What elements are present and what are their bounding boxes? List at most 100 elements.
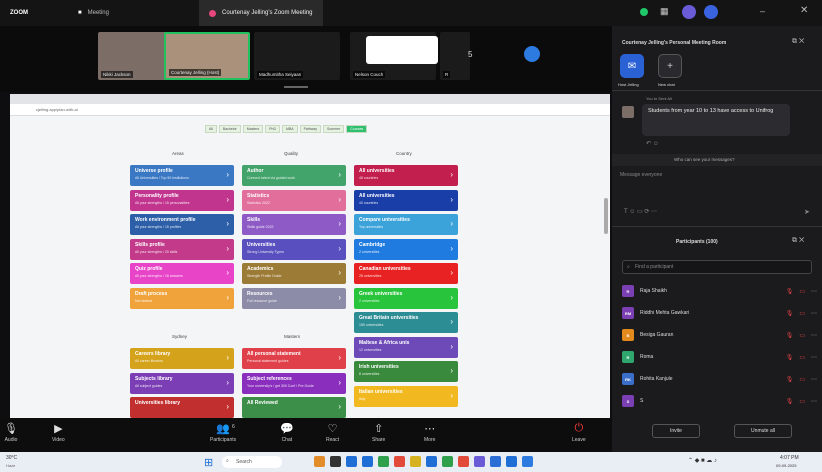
invite-button[interactable]: Invite (652, 424, 700, 438)
more-icon[interactable]: ⋯ (811, 288, 817, 295)
participant-row[interactable]: R Roma 🎙 ▭ ⋯ (622, 348, 817, 366)
start-icon[interactable]: ⊞ (204, 456, 213, 469)
resource-card[interactable]: Maltese & Africa unis 12 universities › (354, 336, 458, 358)
resource-card[interactable]: Quiz profile All your strengths / 15 answ… (130, 263, 234, 284)
resource-card[interactable]: Italian universities Italy › (354, 385, 458, 407)
taskbar-app-icon[interactable] (362, 456, 373, 467)
who-can-see-bar[interactable]: Who can see your messages? (612, 154, 822, 166)
resource-card[interactable]: Universe profile All Universities / Top 5… (130, 165, 234, 186)
participant-row[interactable]: R Raja Shaikh 🎙 ▭ ⋯ (622, 282, 817, 300)
audio-button[interactable]: 🎙 Audio (4, 422, 18, 443)
filter-tab[interactable]: All (205, 125, 217, 133)
video-off-icon[interactable]: ▭ (799, 332, 805, 339)
send-icon[interactable]: ➤ (804, 208, 810, 216)
message-input[interactable]: Message everyone (620, 172, 662, 178)
participant-row[interactable]: RK Rohita Kanjule 🎙 ▭ ⋯ (622, 370, 817, 388)
resource-card[interactable]: Compare universities Top universities › (354, 214, 458, 235)
resource-card[interactable]: Skills Skills guide 2022 › (242, 214, 346, 235)
filter-tab[interactable]: Masters (242, 125, 264, 133)
taskbar-app-icon[interactable] (426, 456, 437, 467)
resource-card[interactable]: Universities Strong University Types › (242, 238, 346, 260)
resource-card[interactable]: Careers library All career libraries › (130, 348, 234, 369)
next-page-icon[interactable] (524, 46, 540, 62)
filter-tab[interactable]: Bachelor (218, 125, 241, 133)
resource-card[interactable]: Great Britain universities 150 universiti… (354, 312, 458, 333)
taskbar-app-icon[interactable] (378, 456, 389, 467)
more-icon[interactable]: ⋯ (811, 310, 817, 317)
react-button[interactable]: ♡ React (326, 422, 339, 443)
share-button[interactable]: ⇧ Share (372, 422, 385, 443)
taskbar-app-icon[interactable] (394, 456, 405, 467)
resource-card[interactable]: Draft process Not started › (130, 287, 234, 309)
more-icon[interactable]: ⋯ (811, 332, 817, 339)
popout-icon[interactable]: ⧉ ✕ (792, 237, 804, 245)
resource-card[interactable]: Skills profile All your strengths / 20 sk… (130, 238, 234, 260)
resource-card[interactable]: Work environment profile All your strengt… (130, 214, 234, 235)
filter-tab[interactable]: Summer (323, 125, 345, 133)
url-field[interactable]: cjelling.app/plan-with-ai (36, 107, 78, 112)
video-tile[interactable]: Madhumitha Seiyaan (254, 32, 340, 80)
resource-card[interactable]: All personal statement Personal statement… (242, 348, 346, 369)
participant-row[interactable]: RM Riddhi Mehta Gawkari 🎙 ▭ ⋯ (622, 304, 817, 322)
taskbar-app-icon[interactable] (330, 456, 341, 467)
participant-row[interactable]: B Besiga Gauran 🎙 ▭ ⋯ (622, 326, 817, 344)
taskbar-app-icon[interactable] (410, 456, 421, 467)
resource-card[interactable]: Statistics Statistics 2022 › (242, 189, 346, 211)
chat-button[interactable]: 💬 Chat (280, 422, 294, 443)
share-popup[interactable] (366, 36, 438, 64)
taskbar-search[interactable]: Search ⌕ (222, 456, 282, 468)
more-icon[interactable]: ⋯ (811, 376, 817, 383)
resource-card[interactable]: Cambridge 2 universities › (354, 238, 458, 260)
participant-row[interactable]: S S 🎙 ▭ ⋯ (622, 392, 817, 410)
more-icon[interactable]: ⋯ (811, 354, 817, 361)
resource-card[interactable]: Academics Strength Profile Guide › (242, 263, 346, 284)
taskbar-app-icon[interactable] (490, 456, 501, 467)
tab-meeting[interactable]: ■ Meeting (68, 0, 119, 26)
video-tile[interactable]: Nikki Jackson (98, 32, 168, 80)
grid-icon[interactable]: ▦ (660, 6, 669, 17)
leave-button[interactable]: ⏻ Leave (572, 422, 586, 443)
resource-card[interactable]: All universities 48 countries › (354, 165, 458, 186)
tab-zoom-meeting[interactable]: Courtenay Jelling's Zoom Meeting (198, 0, 323, 26)
filter-tab[interactable]: MBA (281, 125, 298, 133)
shield-icon[interactable] (640, 8, 648, 16)
resource-card[interactable]: Author Connect talent via guided work › (242, 165, 346, 186)
more-button[interactable]: ⋯ More (424, 422, 435, 443)
video-off-icon[interactable]: ▭ (799, 288, 805, 295)
weather-temp[interactable]: 30°C (6, 455, 17, 461)
reply-icon[interactable]: ↶ ☺ (646, 140, 659, 147)
resource-card[interactable]: Subjects library All subject guides › (130, 372, 234, 394)
participant-search[interactable]: ⌕ Find a participant (622, 260, 812, 274)
video-off-icon[interactable]: ▭ (799, 398, 805, 405)
mic-muted-icon[interactable]: 🎙 (786, 354, 794, 361)
popout-icon[interactable]: ⧉ ✕ (792, 38, 804, 46)
filter-tab[interactable]: PhD (265, 125, 280, 133)
strip-handle[interactable] (284, 86, 308, 88)
taskbar-app-icon[interactable] (458, 456, 469, 467)
taskbar-app-icon[interactable] (314, 456, 325, 467)
filter-tab[interactable]: Courses (346, 125, 368, 133)
mic-muted-icon[interactable]: 🎙 (786, 288, 794, 295)
mic-muted-icon[interactable]: 🎙 (786, 398, 794, 405)
clock-time[interactable]: 4:07 PM (780, 455, 799, 461)
taskbar-app-icon[interactable] (474, 456, 485, 467)
avatar-2[interactable] (704, 5, 718, 19)
mic-muted-icon[interactable]: 🎙 (786, 376, 794, 383)
video-off-icon[interactable]: ▭ (799, 376, 805, 383)
host-chat-button[interactable]: ✉ (620, 54, 644, 78)
taskbar-app-icon[interactable] (346, 456, 357, 467)
video-button[interactable]: ▶ Video (52, 422, 65, 443)
mic-muted-icon[interactable]: 🎙 (786, 332, 794, 339)
new-chat-button[interactable]: + (658, 54, 682, 78)
minimize-icon[interactable]: – (760, 6, 765, 16)
close-icon[interactable]: ✕ (800, 5, 808, 16)
video-tile-active[interactable]: Courtenay Jelling (Host) (164, 32, 250, 80)
tray-icons[interactable]: ⌃ ◆ ■ ☁ ♪ (688, 457, 717, 464)
format-icons[interactable]: T ☺ ▭ ⟳ ⋯ (624, 208, 657, 215)
scrollbar[interactable] (604, 198, 608, 234)
resource-card[interactable]: Canadian universities 25 universities › (354, 263, 458, 284)
filter-tab[interactable]: Pathway (299, 125, 322, 133)
resource-card[interactable]: Personality profile All your strengths / … (130, 189, 234, 211)
taskbar-app-icon[interactable] (506, 456, 517, 467)
video-off-icon[interactable]: ▭ (799, 310, 805, 317)
